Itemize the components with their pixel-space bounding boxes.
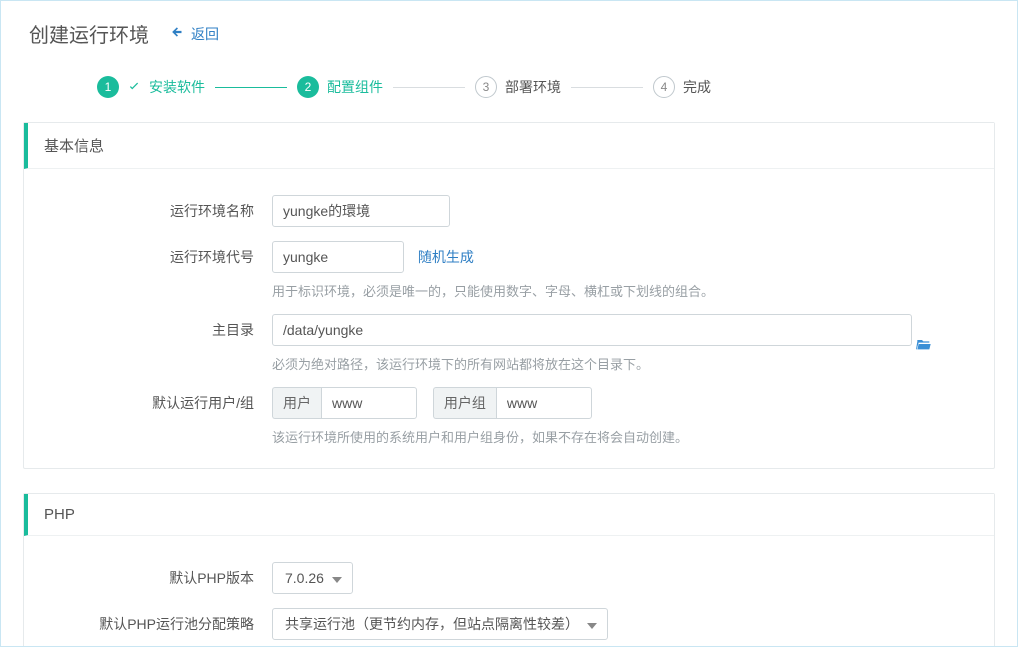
step-label: 安装软件 <box>149 77 205 97</box>
label-env-code: 运行环境代号 <box>52 241 272 273</box>
step-label: 部署环境 <box>505 77 561 97</box>
row-run-user: 默认运行用户/组 用户 用户组 该运行环境所使用的系统用户和用户组身份，如果不存… <box>52 387 966 446</box>
row-env-name: 运行环境名称 <box>52 195 966 227</box>
env-name-input[interactable] <box>272 195 450 227</box>
step-label: 完成 <box>683 77 711 97</box>
step-number: 2 <box>297 76 319 98</box>
folder-open-icon[interactable] <box>916 337 932 351</box>
label-php-pool: 默认PHP运行池分配策略 <box>52 608 272 640</box>
user-input-group: 用户 <box>272 387 417 419</box>
step-install[interactable]: 1 安装软件 <box>97 76 205 98</box>
step-connector <box>571 87 643 88</box>
php-version-select[interactable]: 7.0.26 <box>272 562 353 594</box>
row-php-version: 默认PHP版本 7.0.26 <box>52 562 966 594</box>
panel-php: PHP 默认PHP版本 7.0.26 默认PHP运行池分配策略 <box>23 493 995 647</box>
env-code-input[interactable] <box>272 241 404 273</box>
php-pool-select[interactable]: 共享运行池（更节约内存，但站点隔离性较差） <box>272 608 608 640</box>
php-version-value: 7.0.26 <box>285 570 324 586</box>
php-pool-value: 共享运行池（更节约内存，但站点隔离性较差） <box>285 614 579 634</box>
user-addon: 用户 <box>272 387 321 419</box>
step-connector <box>393 87 465 88</box>
back-link-label: 返回 <box>191 24 219 44</box>
caret-down-icon <box>332 570 342 586</box>
step-number: 1 <box>97 76 119 98</box>
row-home-dir: 主目录 必须为绝对路径，该运行环境下的所有网站都将放在这个目录下。 <box>52 314 966 373</box>
caret-down-icon <box>587 616 597 632</box>
home-dir-help: 必须为绝对路径，该运行环境下的所有网站都将放在这个目录下。 <box>272 354 966 373</box>
progress-stepper: 1 安装软件 2 配置组件 3 部署环境 4 完成 <box>1 58 1017 122</box>
home-dir-input[interactable] <box>272 314 912 346</box>
run-user-help: 该运行环境所使用的系统用户和用户组身份，如果不存在将会自动创建。 <box>272 427 966 446</box>
back-link[interactable]: 返回 <box>171 24 219 44</box>
panel-basic-info: 基本信息 运行环境名称 运行环境代号 随机生成 用于标识环境，必须是唯一的，只能… <box>23 122 995 469</box>
step-number: 4 <box>653 76 675 98</box>
check-icon <box>127 80 141 94</box>
step-configure[interactable]: 2 配置组件 <box>297 76 383 98</box>
page-title: 创建运行环境 <box>29 19 149 48</box>
env-code-help: 用于标识环境，必须是唯一的，只能使用数字、字母、横杠或下划线的组合。 <box>272 281 966 300</box>
group-addon: 用户组 <box>433 387 496 419</box>
step-finish[interactable]: 4 完成 <box>653 76 711 98</box>
random-generate-link[interactable]: 随机生成 <box>418 241 474 273</box>
panel-basic-body: 运行环境名称 运行环境代号 随机生成 用于标识环境，必须是唯一的，只能使用数字、… <box>24 169 994 468</box>
label-env-name: 运行环境名称 <box>52 195 272 227</box>
page-header: 创建运行环境 返回 <box>1 1 1017 58</box>
step-label: 配置组件 <box>327 77 383 97</box>
row-env-code: 运行环境代号 随机生成 用于标识环境，必须是唯一的，只能使用数字、字母、横杠或下… <box>52 241 966 300</box>
panel-basic-title: 基本信息 <box>24 123 994 169</box>
panel-php-title: PHP <box>24 494 994 536</box>
step-connector <box>215 87 287 88</box>
user-input[interactable] <box>321 387 417 419</box>
label-home-dir: 主目录 <box>52 314 272 346</box>
label-run-user: 默认运行用户/组 <box>52 387 272 419</box>
page-container: 创建运行环境 返回 1 安装软件 2 配置组件 3 部署环境 4 <box>0 0 1018 647</box>
step-number: 3 <box>475 76 497 98</box>
row-php-pool: 默认PHP运行池分配策略 共享运行池（更节约内存，但站点隔离性较差） <box>52 608 966 640</box>
group-input[interactable] <box>496 387 592 419</box>
label-php-version: 默认PHP版本 <box>52 562 272 594</box>
back-arrow-icon <box>171 25 185 42</box>
group-input-group: 用户组 <box>433 387 592 419</box>
step-deploy[interactable]: 3 部署环境 <box>475 76 561 98</box>
panel-php-body: 默认PHP版本 7.0.26 默认PHP运行池分配策略 共享运行池（更节约内存，… <box>24 536 994 647</box>
